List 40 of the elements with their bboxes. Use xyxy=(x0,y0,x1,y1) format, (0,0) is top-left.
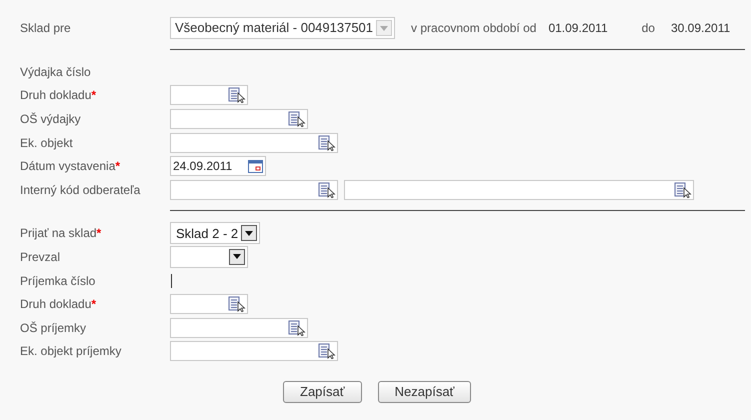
field-label: Druh dokladu* xyxy=(20,87,98,104)
list-pointer-icon[interactable] xyxy=(228,87,246,104)
field-label: Dátum vystavenia* xyxy=(20,158,122,176)
list-pointer-icon[interactable] xyxy=(288,320,306,336)
field-label: Interný kód odberateľa xyxy=(20,182,142,199)
field-label: OŠ príjemky xyxy=(20,320,88,337)
field-label: Prijať na sklad* xyxy=(20,225,102,242)
lookup-field[interactable] xyxy=(170,180,338,200)
field-label: Prevzal xyxy=(20,248,62,266)
lookup-field[interactable] xyxy=(170,294,248,314)
dropdown-select[interactable]: Sklad 2 - 2 xyxy=(170,222,260,244)
field-label: Ek. objekt príjemky xyxy=(20,343,122,360)
dropdown-select[interactable] xyxy=(170,246,248,268)
period-label: do xyxy=(642,20,655,37)
list-pointer-icon[interactable] xyxy=(228,296,246,312)
list-pointer-icon[interactable] xyxy=(288,110,306,127)
calendar-icon[interactable] xyxy=(248,160,263,173)
lookup-field[interactable] xyxy=(170,318,308,338)
field-label: Sklad pre xyxy=(20,20,72,37)
field-label: Príjemka číslo xyxy=(20,272,96,290)
lookup-field[interactable] xyxy=(170,108,308,129)
field-label: OŠ výdajky xyxy=(20,110,82,128)
list-pointer-icon[interactable] xyxy=(318,182,336,198)
lookup-field[interactable] xyxy=(170,341,338,362)
date-field[interactable]: 24.09.2011 xyxy=(170,156,266,176)
date-value: 01.09.2011 xyxy=(548,20,608,37)
field-label: Výdajka číslo xyxy=(20,64,92,81)
list-pointer-icon[interactable] xyxy=(318,343,336,360)
lookup-field[interactable] xyxy=(344,180,694,200)
list-pointer-icon[interactable] xyxy=(674,182,692,198)
form-button[interactable]: Nezapísať xyxy=(378,381,472,404)
date-value: 30.09.2011 xyxy=(670,20,730,37)
lookup-field[interactable] xyxy=(170,132,338,153)
lookup-field[interactable] xyxy=(170,85,248,106)
text-cursor xyxy=(171,274,172,288)
field-label: Ek. objekt xyxy=(20,134,74,152)
field-label: Druh dokladu* xyxy=(20,296,98,314)
period-label: v pracovnom období od xyxy=(411,20,536,37)
form-button[interactable]: Zapísať xyxy=(283,381,362,404)
list-pointer-icon[interactable] xyxy=(318,134,336,151)
